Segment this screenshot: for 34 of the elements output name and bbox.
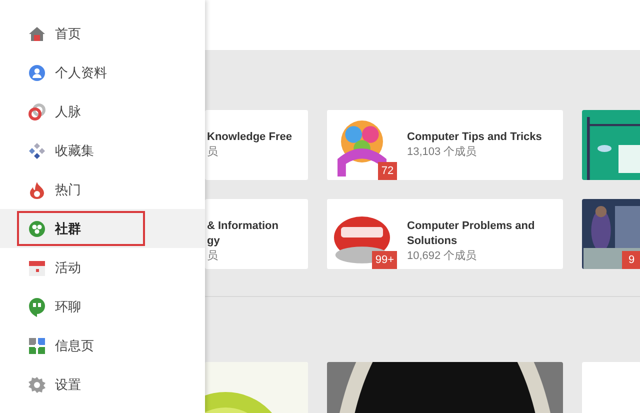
nav-item[interactable]: 热门 <box>17 172 145 207</box>
chat-bubble-icon <box>28 296 46 316</box>
member-count: 员 <box>207 249 219 263</box>
profile-icon <box>29 64 45 80</box>
nav-item[interactable]: 设置 <box>17 367 145 402</box>
unread-count: 72 <box>378 162 397 180</box>
community-card[interactable]: Knowledge Free 员 <box>205 110 308 180</box>
community-name: gy <box>207 234 221 249</box>
nav-item[interactable]: 个人资料 <box>17 55 145 90</box>
member-count: 10,692 个成员 <box>407 249 478 263</box>
nav-item[interactable]: 首页 <box>17 16 145 51</box>
settings-icon <box>28 376 46 394</box>
nav-item[interactable]: 收藏集 <box>17 133 145 168</box>
nav-item[interactable]: 环聊 <box>17 289 145 324</box>
community-card[interactable]: & Information gy 员 <box>205 199 308 269</box>
flame-icon <box>29 180 45 198</box>
community-name: Computer Tips and Tricks <box>407 130 542 145</box>
communities-icon <box>28 220 46 238</box>
community-name: Knowledge Free <box>207 130 292 145</box>
community-name: & Information <box>207 219 278 234</box>
unread-count: 99+ <box>372 251 397 269</box>
member-count: 员 <box>207 145 219 159</box>
calendar-icon <box>28 258 46 276</box>
home-icon <box>28 26 46 42</box>
unread-count: 9 <box>622 251 640 269</box>
pages-icon <box>28 336 46 354</box>
nav-item[interactable]: 人脉 <box>17 94 145 129</box>
member-count: 13,103 个成员 <box>407 145 478 159</box>
diamonds-icon <box>28 142 46 160</box>
nav-item[interactable]: 社群 <box>17 211 145 246</box>
community-name: Computer Problems and Solutions <box>407 219 536 249</box>
rings-icon <box>28 102 46 120</box>
nav-item[interactable]: 信息页 <box>17 328 145 363</box>
nav-item[interactable]: 活动 <box>17 250 145 285</box>
